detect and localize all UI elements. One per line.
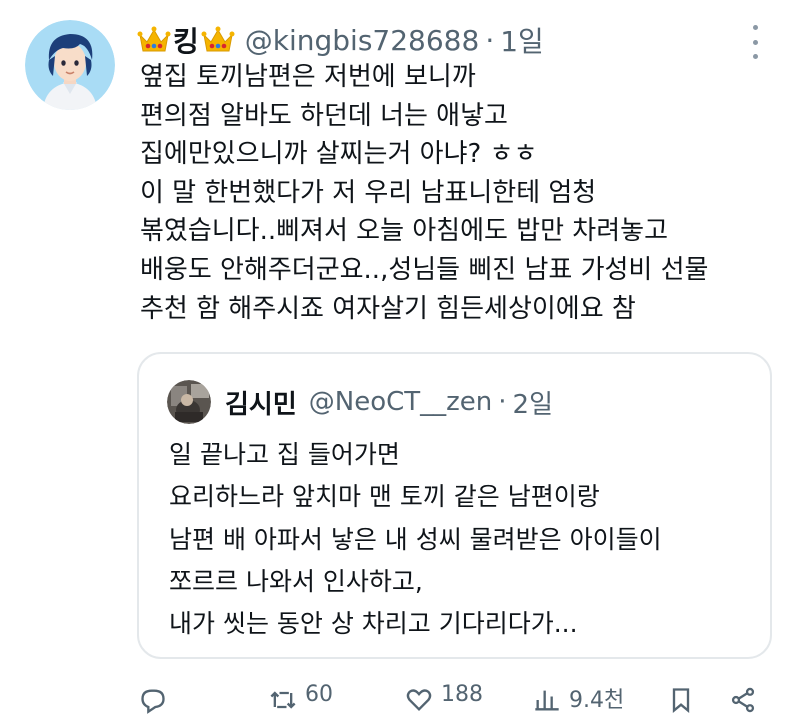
like-count: 188: [441, 682, 483, 707]
more-dot: [752, 39, 758, 45]
separator-dot: ·: [485, 23, 495, 57]
crown-icon: [137, 26, 171, 52]
display-name[interactable]: 킹: [173, 20, 199, 60]
tweet-line: 배웅도 안해주더군요..,성님들 삐진 남표 가성비 선물: [140, 254, 709, 285]
quoted-line: 일 끝나고 집 들어가면: [169, 440, 400, 469]
quoted-text: 일 끝나고 집 들어가면 요리하느라 앞치마 맨 토끼 같은 남편이랑 남편 배…: [169, 434, 759, 645]
retweet-button[interactable]: 60: [269, 680, 333, 720]
share-icon: [731, 687, 755, 713]
quoted-display-name[interactable]: 김시민: [225, 384, 297, 421]
tweet-header: 킹 @kingbis728688 · 1일: [137, 20, 544, 60]
quoted-tweet[interactable]: 김시민 @NeoCT__zen · 2일 일 끝나고 집 들어가면 요리하느라 …: [137, 352, 772, 659]
tweet-line: 옆집 토끼남편은 저번에 보니까: [140, 62, 476, 92]
quoted-line: 쪼르르 나와서 인사하고,: [169, 566, 423, 596]
profile-avatar-image: [25, 20, 115, 110]
views-icon: [535, 690, 559, 711]
tweet-line: 이 말 한번했다가 저 우리 남표니한테 엄청: [140, 177, 597, 208]
action-bar: 60 188 9.4천: [137, 680, 777, 720]
quoted-line: 남편 배 아파서 낳은 내 성씨 물려받은 아이들이: [169, 524, 662, 554]
tweet-line: 집에만있으니까 살찌는거 아냐? ㅎㅎ: [140, 139, 538, 170]
tweet-line: 추천 함 해주시죠 여자살기 힘든세상이에요 참: [140, 293, 636, 324]
timestamp[interactable]: 1일: [500, 20, 544, 60]
user-handle[interactable]: @kingbis728688: [245, 24, 480, 57]
quoted-timestamp[interactable]: 2일: [513, 384, 553, 421]
more-dot: [752, 25, 758, 30]
quoted-header: 김시민 @NeoCT__zen · 2일: [223, 382, 553, 422]
reply-icon: [141, 689, 165, 714]
more-options-icon[interactable]: [745, 25, 765, 59]
quoted-line: 내가 씻는 동안 상 차리고 기다리다가...: [169, 609, 578, 639]
retweet-icon: [270, 691, 296, 709]
tweet-text: 옆집 토끼남편은 저번에 보니까 편의점 알바도 하던데 너는 애낳고 집에만있…: [140, 58, 780, 328]
views-count: 9.4천: [569, 688, 625, 713]
tweet-line: 볶였습니다..삐져서 오늘 아침에도 밥만 차려놓고: [140, 216, 668, 247]
tweet-line: 편의점 알바도 하던데 너는 애낳고: [140, 100, 508, 131]
share-button[interactable]: [729, 680, 757, 720]
avatar[interactable]: [25, 20, 115, 110]
crown-icon: [201, 26, 235, 52]
reply-button[interactable]: [139, 680, 167, 720]
views-button[interactable]: 9.4천: [533, 680, 624, 720]
bookmark-button[interactable]: [667, 680, 695, 720]
quoted-avatar[interactable]: [167, 380, 211, 424]
quoted-avatar-image: [167, 380, 211, 424]
quoted-line: 요리하느라 앞치마 맨 토끼 같은 남편이랑: [169, 482, 600, 512]
bookmark-icon: [672, 688, 690, 713]
quoted-handle[interactable]: @NeoCT__zen: [309, 387, 493, 417]
retweet-count: 60: [305, 682, 333, 707]
separator-dot: ·: [498, 387, 507, 417]
heart-icon: [406, 689, 432, 711]
like-button[interactable]: 188: [405, 680, 483, 720]
